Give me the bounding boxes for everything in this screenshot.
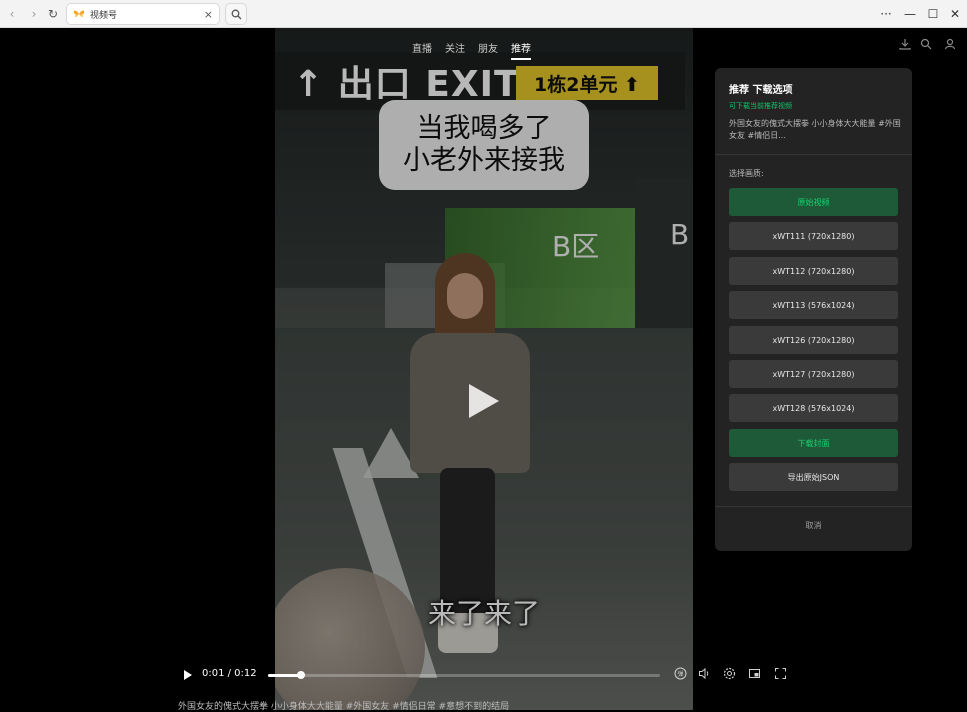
back-icon[interactable]: ‹: [4, 0, 20, 28]
speech-bubble: 当我喝多了 小老外来接我: [379, 100, 589, 190]
panel-subtitle: 可下载当前推荐视频: [729, 102, 792, 110]
danmaku-icon[interactable]: 弹: [674, 667, 687, 680]
forward-icon[interactable]: ›: [26, 0, 42, 28]
search-button[interactable]: [225, 3, 247, 25]
butterfly-icon: [73, 10, 85, 18]
quality-xwt128-button[interactable]: xWT128 (576x1024): [729, 394, 898, 422]
quality-xwt111-button[interactable]: xWT111 (720x1280): [729, 222, 898, 250]
progress-knob[interactable]: [296, 671, 305, 679]
player-controls: 0:01 / 0:12 弹: [178, 665, 798, 685]
tab-close-icon[interactable]: ×: [204, 8, 213, 21]
quality-original-button[interactable]: 原始视频: [729, 188, 898, 216]
tab-following[interactable]: 关注: [445, 40, 465, 60]
video-description: 外国女友的傀式大摆拳 小小身体大大能量 #外国女友 #情侣日常 #意想不到的结局: [178, 702, 510, 712]
tab-shipinhao[interactable]: 视频号 ×: [66, 3, 220, 25]
maximize-icon[interactable]: ☐: [922, 0, 944, 28]
minimize-icon[interactable]: —: [899, 0, 921, 28]
panel-description: 外国女友的傀式大摆拳 小小身体大大能量 #外国女友 #情侣日...: [729, 119, 901, 140]
bubble-line-1: 当我喝多了: [416, 113, 552, 144]
more-icon[interactable]: ···: [875, 0, 897, 28]
divider: [715, 154, 912, 155]
volume-icon[interactable]: [698, 667, 711, 680]
pip-icon[interactable]: [748, 667, 761, 680]
bubble-line-2: 小老外来接我: [403, 145, 565, 176]
quality-xwt126-button[interactable]: xWT126 (720x1280): [729, 326, 898, 354]
tab-recommended[interactable]: 推荐: [511, 40, 531, 60]
download-cover-button[interactable]: 下载封面: [729, 429, 898, 457]
zone-label: B区: [552, 230, 600, 263]
play-icon[interactable]: [184, 670, 192, 680]
video-player[interactable]: ↑ 出口 EXIT 1栋2单元 ⬆ 当我喝多了 小老外来接我 B区 B 来了来了: [275, 28, 693, 710]
building-sign: 1栋2单元 ⬆: [516, 66, 658, 100]
quality-xwt112-button[interactable]: xWT112 (720x1280): [729, 257, 898, 285]
time-display: 0:01 / 0:12: [202, 668, 257, 679]
settings-icon[interactable]: [723, 667, 736, 680]
cancel-button[interactable]: 取消: [729, 520, 898, 531]
tab-live[interactable]: 直播: [412, 40, 432, 60]
progress-fill: [268, 674, 301, 677]
feed-tabs: 直播 关注 朋友 推荐: [412, 40, 531, 60]
svg-text:弹: 弹: [677, 670, 683, 678]
tab-friends[interactable]: 朋友: [478, 40, 498, 60]
video-caption: 来了来了: [427, 597, 540, 630]
divider: [715, 506, 912, 507]
play-overlay-icon[interactable]: [469, 384, 499, 418]
zone-label-2: B: [670, 218, 690, 251]
refresh-icon[interactable]: ↻: [45, 0, 61, 28]
tab-title: 视频号: [90, 10, 118, 21]
search-video-icon[interactable]: [920, 38, 932, 50]
quality-xwt127-button[interactable]: xWT127 (720x1280): [729, 360, 898, 388]
download-options-panel: 推荐 下载选项 可下载当前推荐视频 外国女友的傀式大摆拳 小小身体大大能量 #外…: [715, 68, 912, 551]
fullscreen-icon[interactable]: [774, 667, 787, 680]
user-icon[interactable]: [944, 38, 956, 50]
panel-title: 推荐 下载选项: [729, 85, 793, 96]
title-bar: ‹ › ↻ 视频号 × ··· — ☐ ✕: [0, 0, 967, 28]
quality-xwt113-button[interactable]: xWT113 (576x1024): [729, 291, 898, 319]
export-json-button[interactable]: 导出原始JSON: [729, 463, 898, 491]
close-icon[interactable]: ✕: [944, 0, 966, 28]
quality-label: 选择画质:: [729, 169, 764, 178]
progress-bar[interactable]: [268, 671, 660, 679]
search-icon: [231, 9, 241, 19]
download-icon[interactable]: [899, 38, 911, 50]
